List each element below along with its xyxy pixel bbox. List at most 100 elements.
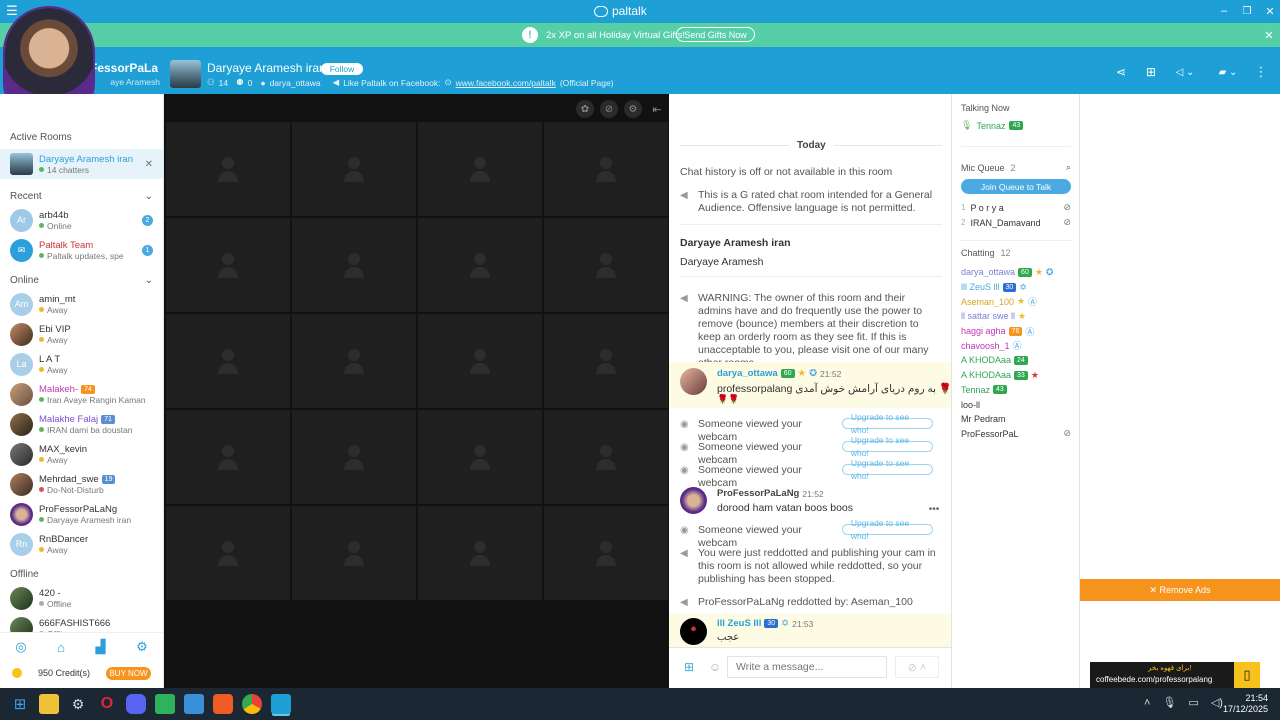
more-options-icon[interactable]: •••: [927, 504, 941, 515]
video-slot[interactable]: [292, 218, 416, 312]
upgrade-link[interactable]: Upgrade to see who!: [841, 435, 933, 458]
buy-now-button[interactable]: BUY NOW: [106, 666, 151, 680]
online-item[interactable]: MAX_kevin Away: [0, 439, 163, 469]
video-slot[interactable]: [166, 410, 290, 504]
brave-icon[interactable]: [213, 694, 233, 714]
paw-icon[interactable]: ✿: [576, 100, 594, 118]
upgrade-link[interactable]: Upgrade to see who!: [841, 518, 933, 541]
online-item[interactable]: Ebi VIP Away: [0, 319, 163, 349]
clock[interactable]: 21:54 17/12/2025: [1222, 693, 1268, 715]
talking-user[interactable]: 🎙 Tennaz 43: [961, 120, 1024, 131]
minimize-button[interactable]: –: [1216, 3, 1232, 19]
chatting-user[interactable]: chavoosh_1 Ⓐ: [961, 338, 1071, 353]
message-user[interactable]: darya_ottawa: [717, 368, 778, 379]
close-window-button[interactable]: ✕: [1262, 3, 1278, 19]
opera-icon[interactable]: O: [97, 694, 117, 714]
video-slot[interactable]: [418, 314, 542, 408]
megaphone-menu-icon[interactable]: ◁ ⌄: [1170, 64, 1200, 80]
video-slot[interactable]: [418, 122, 542, 216]
close-promo-icon[interactable]: ✕: [1262, 28, 1276, 42]
emoji-icon[interactable]: ☺: [708, 660, 722, 674]
video-slot[interactable]: [292, 122, 416, 216]
queue-item[interactable]: 1 P o r y a ⊘: [961, 202, 1071, 213]
video-slot[interactable]: [166, 506, 290, 600]
chatting-user[interactable]: ProFessorPaLaNg ⊘: [961, 427, 1071, 442]
message-user[interactable]: lll ZeuS lll: [717, 618, 761, 629]
video-slot[interactable]: [544, 506, 668, 600]
message-user[interactable]: ProFessorPaLaNg: [717, 488, 799, 499]
discord-icon[interactable]: [126, 694, 146, 714]
file-explorer-icon[interactable]: [39, 694, 59, 714]
chatting-user[interactable]: Tennaz 43: [961, 383, 1071, 398]
video-slot[interactable]: [544, 122, 668, 216]
mic-muted-icon[interactable]: ⊘ ˄: [895, 656, 939, 678]
message-input[interactable]: [727, 656, 887, 678]
settings-nav-icon[interactable]: ⚙: [136, 639, 148, 655]
gift-button-icon[interactable]: ⊞: [682, 660, 696, 674]
camera-off-icon[interactable]: ⊘: [600, 100, 618, 118]
share-icon[interactable]: ⋖: [1111, 64, 1131, 80]
upgrade-link[interactable]: Upgrade to see who!: [841, 458, 933, 481]
video-slot[interactable]: [292, 506, 416, 600]
chatting-user[interactable]: darya_ottawa 60 ★ ✪: [961, 265, 1071, 280]
chatting-user[interactable]: haggi agha 76 Ⓐ: [961, 324, 1071, 339]
video-slot[interactable]: [544, 410, 668, 504]
active-room-item[interactable]: Daryaye Aramesh iran 14 chatters ✕: [0, 149, 163, 179]
collapse-icon[interactable]: ⇤: [648, 100, 666, 118]
video-slot[interactable]: [544, 218, 668, 312]
video-slot[interactable]: [292, 410, 416, 504]
chatting-user[interactable]: lll ZeuS lll 30 ✡: [961, 280, 1071, 295]
chatting-user[interactable]: Aseman_100 ★ Ⓐ: [961, 294, 1071, 309]
blocked-icon[interactable]: ⊘: [1063, 217, 1071, 228]
video-slot[interactable]: [418, 506, 542, 600]
chatting-user[interactable]: A KHODAaa 33 ★: [961, 368, 1071, 383]
chatting-user[interactable]: loo-ll: [961, 397, 1071, 412]
coffee-banner[interactable]: برای قهوه بخر! coffeebede.com/professorp…: [1090, 662, 1260, 688]
recent-section[interactable]: Recent ⌄: [0, 187, 163, 205]
online-section[interactable]: Online ⌄: [0, 271, 163, 289]
paltalk-taskbar-icon[interactable]: [271, 694, 291, 714]
video-slot[interactable]: [418, 410, 542, 504]
video-slot[interactable]: [166, 218, 290, 312]
online-item[interactable]: Rn RnBDancer Away: [0, 529, 163, 559]
camera-menu-icon[interactable]: ▰ ⌄: [1212, 64, 1244, 80]
online-item[interactable]: ProFessorPaLaNg Daryaye Aramesh iran: [0, 499, 163, 529]
home-icon[interactable]: ⌂: [57, 640, 65, 655]
recent-item[interactable]: Ar arb44b Online 2: [0, 205, 163, 235]
video-slot[interactable]: [166, 122, 290, 216]
follow-button[interactable]: Follow: [321, 63, 363, 75]
video-settings-icon[interactable]: ⚙: [624, 100, 642, 118]
menu-icon[interactable]: ☰: [4, 3, 20, 18]
video-slot[interactable]: [418, 218, 542, 312]
more-menu-icon[interactable]: ⋮: [1254, 64, 1268, 80]
upgrade-link[interactable]: Upgrade to see who!: [841, 412, 933, 435]
chatting-user[interactable]: A KHODAaa 24: [961, 353, 1071, 368]
recent-item[interactable]: ✉ Paltalk Team Paltalk updates, spe 1: [0, 235, 163, 265]
video-slot[interactable]: [292, 314, 416, 408]
leaderboard-icon[interactable]: ▟: [96, 639, 106, 655]
chatting-user[interactable]: ll sattar swe ll ★: [961, 309, 1071, 324]
photos-icon[interactable]: [184, 694, 204, 714]
facebook-link[interactable]: www.facebook.com/paltalk: [456, 78, 556, 88]
chevron-up-icon[interactable]: ˄: [1144, 697, 1150, 709]
whatsapp-icon[interactable]: [155, 694, 175, 714]
close-room-icon[interactable]: ✕: [145, 159, 153, 170]
discover-icon[interactable]: ◎: [15, 639, 26, 655]
video-slot[interactable]: [544, 314, 668, 408]
chrome-icon[interactable]: [242, 694, 262, 714]
join-queue-button[interactable]: Join Queue to Talk: [961, 179, 1071, 194]
search-icon[interactable]: ⌕: [1066, 162, 1071, 173]
offline-item[interactable]: 420 - Offline: [0, 583, 163, 613]
microphone-tray-icon[interactable]: 🎙: [1162, 696, 1176, 709]
online-item[interactable]: La L A T Away: [0, 349, 163, 379]
windows-start-icon[interactable]: ⊞: [10, 694, 30, 714]
remove-ads-button[interactable]: ✕ Remove Ads: [1080, 579, 1280, 601]
online-item[interactable]: Mehrdad_swe 19 Do-Not-Disturb: [0, 469, 163, 499]
video-slot[interactable]: [166, 314, 290, 408]
online-item[interactable]: Am amin_mt Away: [0, 289, 163, 319]
maximize-button[interactable]: ❐: [1239, 3, 1255, 19]
online-item[interactable]: Malakeh- 74 Iran Avaye Rangin Kaman: [0, 379, 163, 409]
network-icon[interactable]: ▭: [1188, 696, 1198, 709]
send-gifts-button[interactable]: Send Gifts Now: [676, 27, 755, 42]
chatting-user[interactable]: Mr Pedram: [961, 412, 1071, 427]
